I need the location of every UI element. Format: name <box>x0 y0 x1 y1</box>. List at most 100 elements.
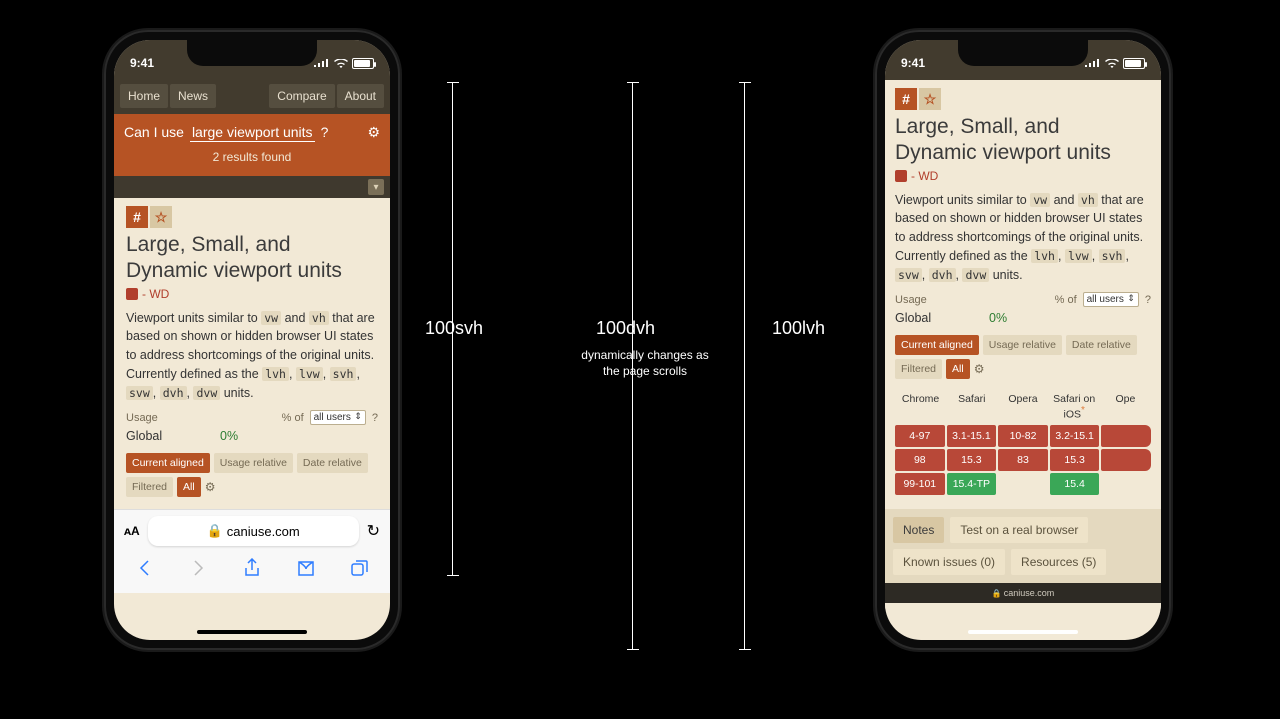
nav-home[interactable]: Home <box>120 84 168 108</box>
view-date-relative[interactable]: Date relative <box>1066 335 1137 355</box>
cell[interactable]: 15.3 <box>947 449 997 471</box>
col-opera: Opera <box>997 393 1048 421</box>
back-icon[interactable] <box>135 558 155 583</box>
cell[interactable]: 83 <box>998 449 1048 471</box>
text-size-icon[interactable]: ᴀA <box>124 524 140 538</box>
cell[interactable]: 15.4 <box>1050 473 1100 495</box>
feature-description: Viewport units similar to vw and vh that… <box>895 191 1151 285</box>
global-value: 0% <box>989 311 1007 325</box>
tab-resources[interactable]: Resources (5) <box>1011 549 1106 575</box>
bookmarks-icon[interactable] <box>296 558 316 583</box>
share-icon[interactable] <box>242 558 262 583</box>
phone-screen: 9:41 # ☆ Large, Small, and Dynamic viewp… <box>885 40 1161 640</box>
home-indicator <box>197 630 307 634</box>
cell[interactable]: 3.2-15.1 <box>1050 425 1100 447</box>
col-opera-mob: Ope <box>1100 393 1151 421</box>
nav-about[interactable]: About <box>337 84 384 108</box>
filter-bar: ▾ <box>114 176 390 198</box>
cell-empty <box>1101 473 1151 495</box>
star-icon[interactable]: ☆ <box>150 206 172 228</box>
filter-gear-icon[interactable]: ⚙ <box>205 480 216 494</box>
compat-table: Chrome Safari Opera Safari on iOS* Ope 4… <box>895 393 1151 495</box>
cell[interactable] <box>1101 425 1151 447</box>
label-dvh: 100dvh <box>596 318 655 339</box>
site-nav: Home News Compare About <box>114 80 390 114</box>
phone-screen: 9:41 Home News Compare About <box>114 40 390 640</box>
col-chrome: Chrome <box>895 393 946 421</box>
url-field[interactable]: 🔒 caniuse.com <box>148 516 359 546</box>
notch <box>958 40 1088 66</box>
col-safari-ios: Safari on iOS* <box>1049 393 1100 421</box>
tab-notes[interactable]: Notes <box>893 517 944 543</box>
search-input[interactable]: large viewport units <box>190 124 315 142</box>
signal-icon <box>1085 56 1101 70</box>
usage-select[interactable]: all users <box>1083 292 1139 307</box>
global-label: Global <box>895 311 989 325</box>
search-panel: Can I use large viewport units ? ⚙ 2 res… <box>114 114 390 176</box>
lock-icon: 🔒 <box>992 589 1002 598</box>
lock-icon: 🔒 <box>207 523 223 539</box>
cell[interactable]: 98 <box>895 449 945 471</box>
filter-filtered[interactable]: Filtered <box>895 359 942 379</box>
forward-icon <box>188 558 208 583</box>
safari-toolbar <box>114 552 390 593</box>
filter-all[interactable]: All <box>946 359 970 379</box>
hash-icon[interactable]: # <box>126 206 148 228</box>
label-lvh: 100lvh <box>772 318 825 339</box>
tab-test[interactable]: Test on a real browser <box>950 517 1088 543</box>
filter-filtered[interactable]: Filtered <box>126 477 173 497</box>
feature-content: # ☆ Large, Small, and Dynamic viewport u… <box>114 198 390 509</box>
filter-all[interactable]: All <box>177 477 201 497</box>
cell[interactable]: 15.3 <box>1050 449 1100 471</box>
tabs-icon[interactable] <box>349 558 369 583</box>
bracket-lvh <box>744 82 745 650</box>
url-text: caniuse.com <box>227 524 300 539</box>
usage-label: Usage <box>895 294 927 306</box>
col-safari: Safari <box>946 393 997 421</box>
battery-icon <box>352 58 374 69</box>
cell[interactable]: 10-82 <box>998 425 1048 447</box>
cell[interactable]: 4-97 <box>895 425 945 447</box>
cell[interactable]: 3.1-15.1 <box>947 425 997 447</box>
global-label: Global <box>126 429 220 443</box>
filter-icon[interactable]: ▾ <box>368 179 384 195</box>
notch <box>187 40 317 66</box>
phone-mockup-lvh: 9:41 # ☆ Large, Small, and Dynamic viewp… <box>875 30 1171 650</box>
tab-known-issues[interactable]: Known issues (0) <box>893 549 1005 575</box>
usage-select[interactable]: all users <box>310 410 366 425</box>
filter-gear-icon[interactable]: ⚙ <box>974 362 985 376</box>
wd-label: - WD <box>911 169 938 183</box>
view-current-aligned[interactable]: Current aligned <box>895 335 979 355</box>
spec-status: - WD <box>895 169 1151 191</box>
view-usage-relative[interactable]: Usage relative <box>983 335 1062 355</box>
spec-icon <box>895 170 907 182</box>
reload-icon[interactable]: ↻ <box>367 521 380 541</box>
feature-content: # ☆ Large, Small, and Dynamic viewport u… <box>885 80 1161 610</box>
view-usage-relative[interactable]: Usage relative <box>214 453 293 473</box>
feature-description: Viewport units similar to vw and vh that… <box>126 309 378 403</box>
status-time: 9:41 <box>130 56 154 70</box>
label-dvh-subtitle: dynamically changes as the page scrolls <box>580 348 710 379</box>
minimal-url-bar[interactable]: 🔒caniuse.com <box>885 583 1161 603</box>
view-date-relative[interactable]: Date relative <box>297 453 368 473</box>
view-current-aligned[interactable]: Current aligned <box>126 453 210 473</box>
nav-compare[interactable]: Compare <box>269 84 334 108</box>
star-icon[interactable]: ☆ <box>919 88 941 110</box>
cell[interactable] <box>1101 449 1151 471</box>
spec-status: - WD <box>126 287 378 309</box>
pct-of-label: % of <box>1055 294 1077 306</box>
spec-icon <box>126 288 138 300</box>
cell[interactable]: 15.4-TP <box>947 473 997 495</box>
help-icon[interactable]: ? <box>1145 294 1151 306</box>
settings-gear-icon[interactable]: ⚙ <box>367 124 380 141</box>
signal-icon <box>314 56 330 70</box>
usage-label: Usage <box>126 412 158 424</box>
url-text: caniuse.com <box>1004 588 1055 598</box>
nav-news[interactable]: News <box>170 84 216 108</box>
cell[interactable]: 99-101 <box>895 473 945 495</box>
help-icon[interactable]: ? <box>372 412 378 424</box>
phone-mockup-svh: 9:41 Home News Compare About <box>104 30 400 650</box>
cell-empty <box>998 473 1048 495</box>
hash-icon[interactable]: # <box>895 88 917 110</box>
status-time: 9:41 <box>901 56 925 70</box>
